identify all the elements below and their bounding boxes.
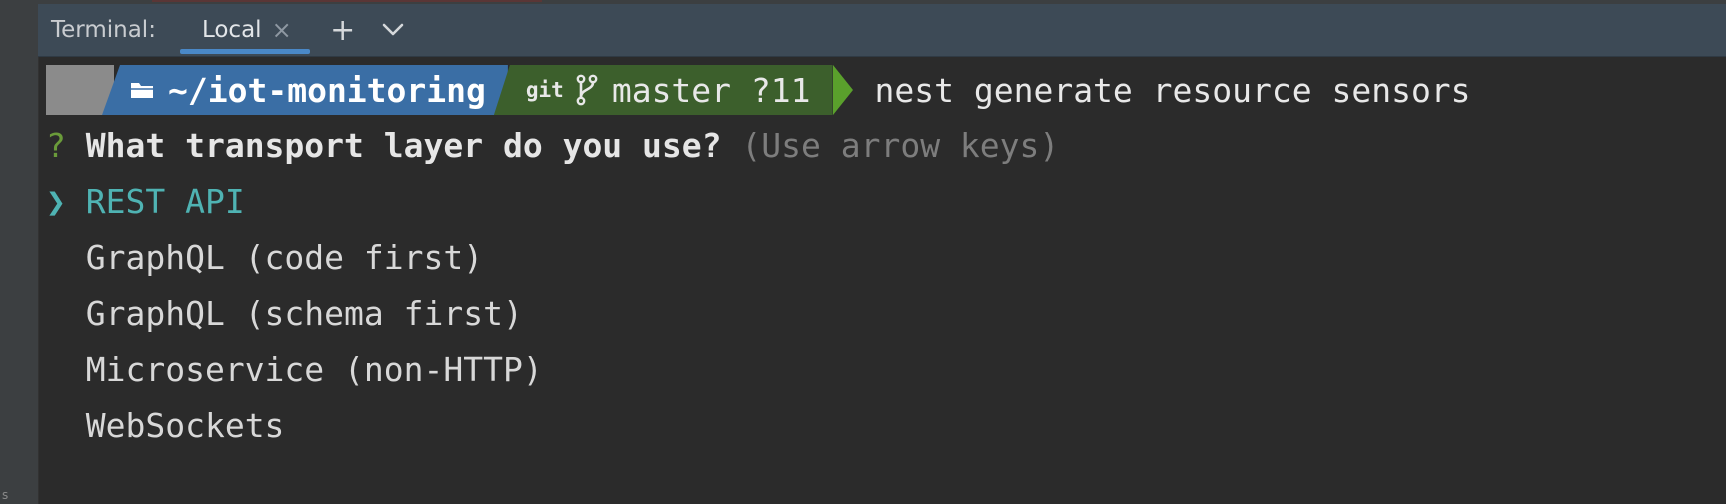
option-label: WebSockets [85,405,285,445]
tab-local-label: Local [201,17,262,43]
shell-prompt: ~/iot-monitoring git master ?11 nest gen… [46,65,1471,115]
directory-segment: ~/iot-monitoring [102,65,508,115]
os-segment [46,65,172,115]
option-label: GraphQL (schema first) [85,293,523,333]
folder-icon [130,80,154,100]
git-segment: git master ?11 [493,65,833,115]
list-item[interactable]: WebSockets [46,399,285,451]
question-hint: (Use arrow keys) [741,125,1060,165]
git-branch-icon [576,74,598,106]
close-icon[interactable]: × [272,16,292,44]
selection-marker: ❯ [46,181,66,221]
list-item[interactable]: Microservice (non-HTTP) [46,343,543,395]
option-label: GraphQL (code first) [85,237,484,277]
question-mark: ? [46,125,66,165]
top-strip-mark [152,0,542,2]
terminal-tab-bar: Terminal: Local × + [38,4,1726,57]
tab-local[interactable]: Local × [179,4,310,56]
chevron-down-icon[interactable] [376,4,410,56]
new-tab-button[interactable]: + [326,4,360,56]
typed-command: nest generate resource sensors [874,70,1471,110]
list-item[interactable]: ❯ REST API [46,175,245,227]
question-line: ? What transport layer do you use? (Use … [46,119,1059,171]
prompt-end-arrow [832,65,853,115]
gutter-glyph: s [2,488,9,502]
option-label-selected: REST API [85,181,245,221]
option-label: Microservice (non-HTTP) [85,349,543,389]
question-text: What transport layer do you use? [85,125,722,165]
git-label: git [525,78,564,102]
list-item[interactable]: GraphQL (code first) [46,231,483,283]
list-item[interactable]: GraphQL (schema first) [46,287,523,339]
git-branch-status: master ?11 [611,70,811,110]
terminal-output[interactable]: ~/iot-monitoring git master ?11 nest gen… [38,57,1726,504]
current-directory: ~/iot-monitoring [168,70,486,110]
